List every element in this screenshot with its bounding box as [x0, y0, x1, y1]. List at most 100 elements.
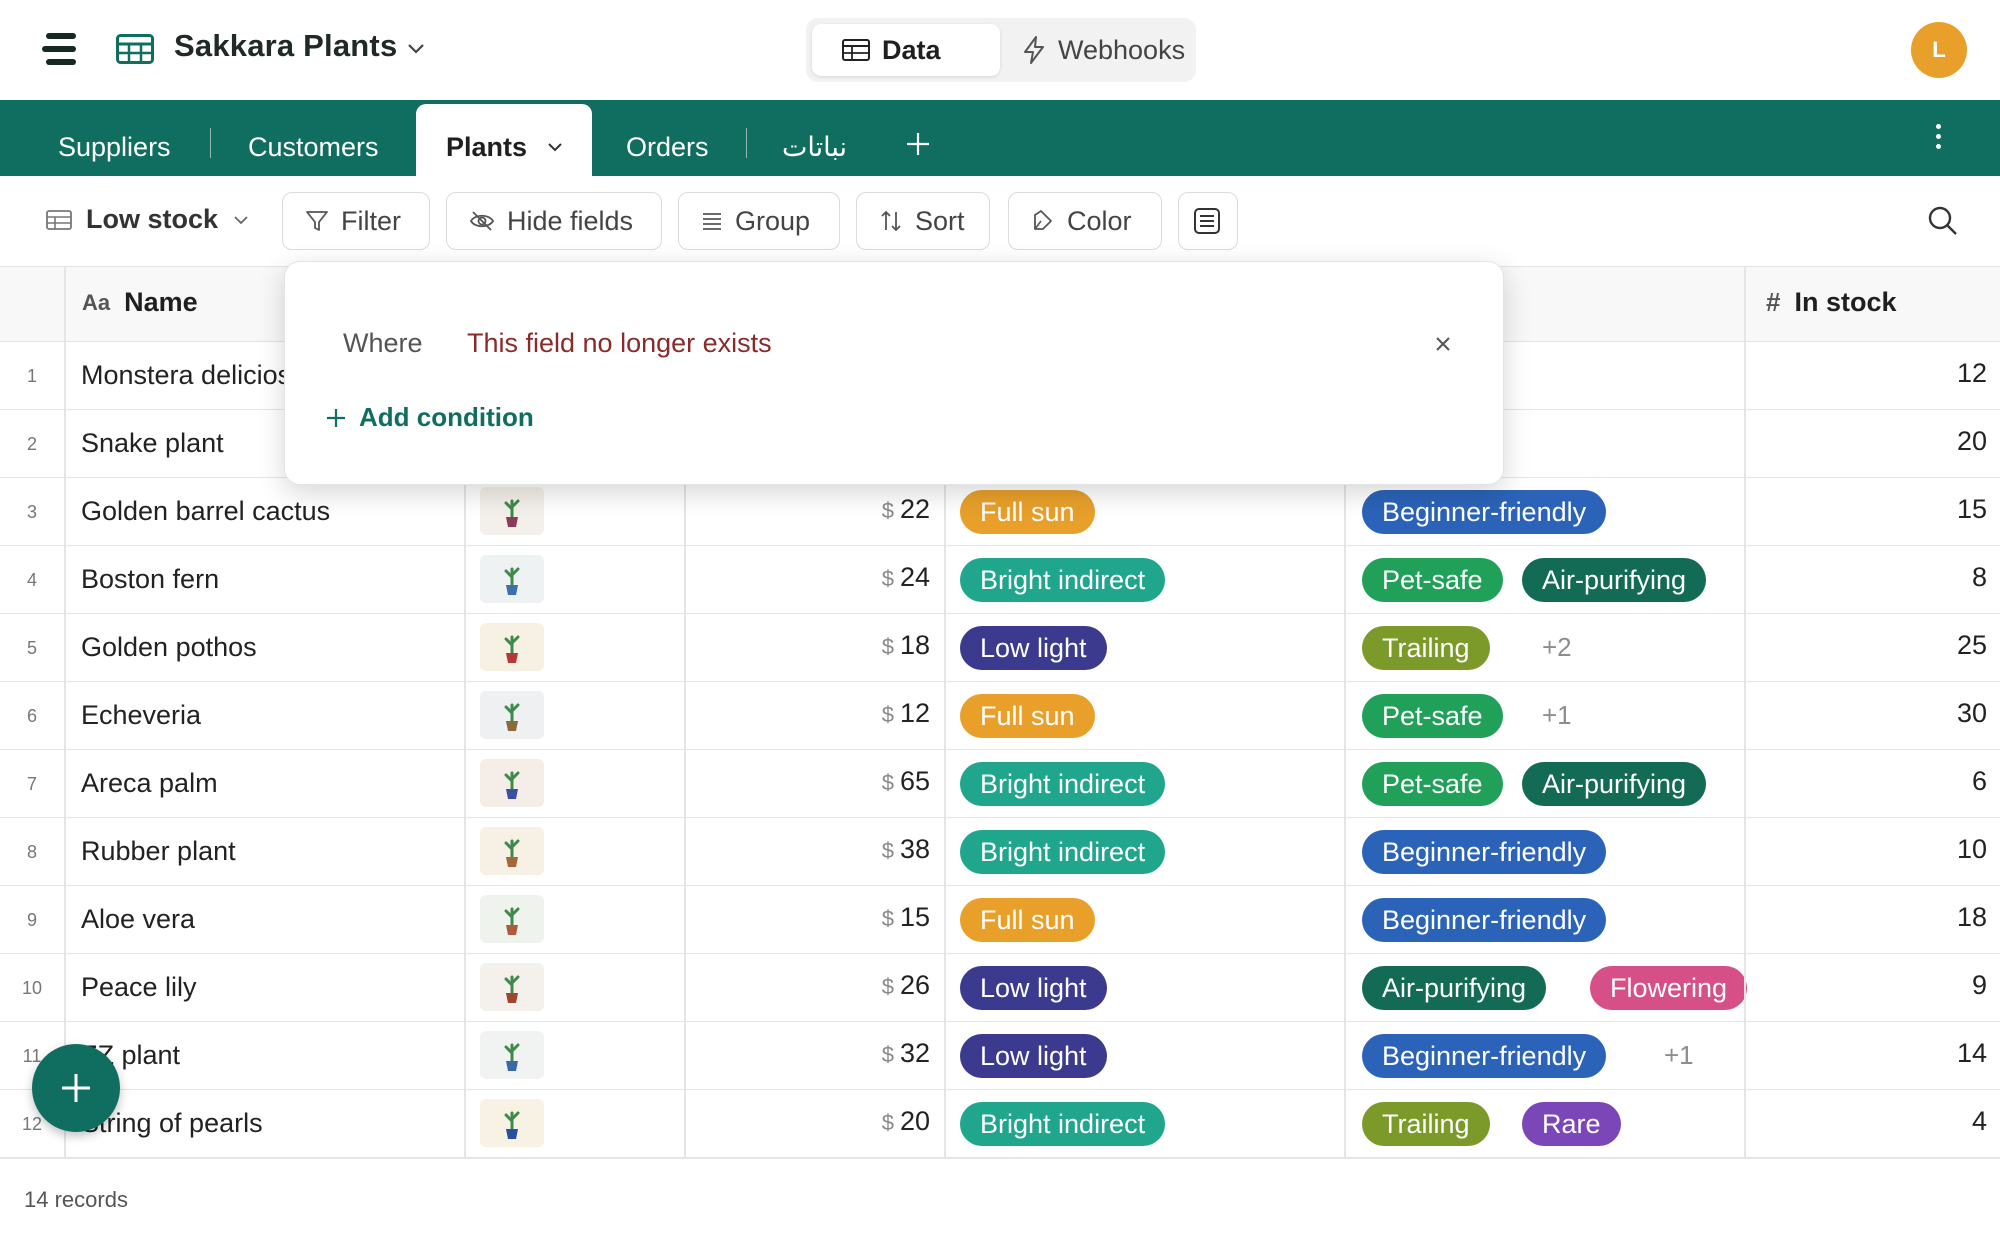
color-button[interactable]: Color — [1008, 192, 1162, 250]
more-options-icon[interactable] — [1932, 124, 1944, 156]
cell-name[interactable]: Monstera deliciosa — [81, 360, 306, 391]
tag-badge[interactable]: Trailing — [1362, 626, 1490, 670]
view-selector[interactable]: Low stock — [46, 204, 264, 235]
cell-price[interactable]: $22 — [690, 494, 930, 525]
cell-price[interactable]: $20 — [690, 1106, 930, 1137]
add-record-button[interactable] — [32, 1044, 120, 1132]
cell-in-stock[interactable]: 20 — [1760, 426, 1987, 457]
cell-in-stock[interactable]: 14 — [1760, 1038, 1987, 1069]
tag-badge[interactable]: Trailing — [1362, 1102, 1490, 1146]
tag-badge[interactable]: Air-purifying — [1522, 762, 1707, 806]
base-title[interactable]: Sakkara Plants — [174, 28, 397, 64]
plant-photo-thumbnail[interactable] — [480, 555, 544, 603]
tag-badge[interactable]: Beginner-friendly — [1362, 830, 1607, 874]
add-condition-button[interactable]: Add condition — [325, 402, 534, 433]
tab-orders[interactable]: Orders — [626, 100, 709, 176]
tag-badge[interactable]: Beginner-friendly — [1362, 1034, 1607, 1078]
cell-price[interactable]: $32 — [690, 1038, 930, 1069]
data-tab-button[interactable]: Data — [812, 24, 1000, 76]
plant-photo-thumbnail[interactable] — [480, 759, 544, 807]
light-requirement-badge[interactable]: Low light — [960, 1034, 1107, 1078]
row-height-button[interactable] — [1178, 192, 1238, 250]
column-header-name[interactable]: Aa Name — [82, 287, 198, 318]
cell-in-stock[interactable]: 18 — [1760, 902, 1987, 933]
tag-badge[interactable]: Flowering — [1590, 966, 1748, 1010]
light-requirement-badge[interactable]: Bright indirect — [960, 762, 1166, 806]
cell-price[interactable]: $24 — [690, 562, 930, 593]
light-requirement-badge[interactable]: Bright indirect — [960, 1102, 1166, 1146]
more-tags-count[interactable]: +1 — [1542, 700, 1572, 731]
light-requirement-badge[interactable]: Bright indirect — [960, 830, 1166, 874]
table-row[interactable]: 10 Peace lily $26 Low light Air-purifying Fl… — [0, 954, 2000, 1022]
cell-name[interactable]: Peace lily — [81, 972, 197, 1003]
tag-badge[interactable]: Beginner-friendly — [1362, 490, 1607, 534]
cell-price[interactable]: $15 — [690, 902, 930, 933]
plant-photo-thumbnail[interactable] — [480, 691, 544, 739]
plant-photo-thumbnail[interactable] — [480, 895, 544, 943]
plant-photo-thumbnail[interactable] — [480, 1099, 544, 1147]
tag-badge[interactable]: Rare — [1522, 1102, 1621, 1146]
cell-name[interactable]: Areca palm — [81, 768, 218, 799]
cell-price[interactable]: $65 — [690, 766, 930, 797]
table-row[interactable]: 7 Areca palm $65 Bright indirect Pet-safe Ai… — [0, 750, 2000, 818]
light-requirement-badge[interactable]: Bright indirect — [960, 558, 1166, 602]
table-row[interactable]: 12 String of pearls $20 Bright indirect Tra… — [0, 1090, 2000, 1158]
tag-badge[interactable]: Pet-safe — [1362, 762, 1503, 806]
cell-price[interactable]: $26 — [690, 970, 930, 1001]
chevron-down-icon[interactable] — [545, 137, 565, 157]
cell-name[interactable]: Echeveria — [81, 700, 201, 731]
cell-in-stock[interactable]: 4 — [1760, 1106, 1987, 1137]
tag-badge[interactable]: Beginner-friendly — [1362, 898, 1607, 942]
light-requirement-badge[interactable]: Full sun — [960, 898, 1095, 942]
cell-price[interactable]: $38 — [690, 834, 930, 865]
cell-in-stock[interactable]: 10 — [1760, 834, 1987, 865]
sort-button[interactable]: Sort — [856, 192, 990, 250]
table-row[interactable]: 3 Golden barrel cactus $22 Full sun Beginne… — [0, 478, 2000, 546]
tab-suppliers[interactable]: Suppliers — [58, 100, 171, 176]
tag-badge[interactable]: Air-purifying — [1522, 558, 1707, 602]
more-tags-count[interactable]: +1 — [1664, 1040, 1694, 1071]
tag-badge[interactable]: Pet-safe — [1362, 694, 1503, 738]
table-row[interactable]: 6 Echeveria $12 Full sun Pet-safe +1 30 — [0, 682, 2000, 750]
light-requirement-badge[interactable]: Low light — [960, 966, 1107, 1010]
add-tab-icon[interactable] — [904, 130, 932, 158]
plant-photo-thumbnail[interactable] — [480, 827, 544, 875]
cell-name[interactable]: Boston fern — [81, 564, 219, 595]
light-requirement-badge[interactable]: Low light — [960, 626, 1107, 670]
cell-in-stock[interactable]: 30 — [1760, 698, 1987, 729]
more-tags-count[interactable]: +2 — [1542, 632, 1572, 663]
cell-price[interactable]: $18 — [690, 630, 930, 661]
cell-name[interactable]: Aloe vera — [81, 904, 195, 935]
hide-fields-button[interactable]: Hide fields — [446, 192, 662, 250]
tab-arabic-plants[interactable]: نباتات — [782, 100, 847, 176]
plant-photo-thumbnail[interactable] — [480, 487, 544, 535]
plant-photo-thumbnail[interactable] — [480, 1031, 544, 1079]
group-button[interactable]: Group — [678, 192, 840, 250]
cell-in-stock[interactable]: 12 — [1760, 358, 1987, 389]
light-requirement-badge[interactable]: Full sun — [960, 490, 1095, 534]
cell-name[interactable]: Rubber plant — [81, 836, 236, 867]
webhooks-tab-button[interactable]: Webhooks — [992, 24, 1192, 76]
tag-badge[interactable]: Pet-safe — [1362, 558, 1503, 602]
table-row[interactable]: 5 Golden pothos $18 Low light Trailing +2 25 — [0, 614, 2000, 682]
cell-in-stock[interactable]: 25 — [1760, 630, 1987, 661]
cell-name[interactable]: Snake plant — [81, 428, 224, 459]
plant-photo-thumbnail[interactable] — [480, 963, 544, 1011]
chevron-down-icon[interactable] — [404, 36, 428, 60]
table-row[interactable]: 8 Rubber plant $38 Bright indirect Beginner… — [0, 818, 2000, 886]
cell-in-stock[interactable]: 15 — [1760, 494, 1987, 525]
table-row[interactable]: 9 Aloe vera $15 Full sun Beginner-friendly 1… — [0, 886, 2000, 954]
tab-customers[interactable]: Customers — [248, 100, 379, 176]
tab-plants[interactable]: Plants — [416, 104, 592, 176]
cell-in-stock[interactable]: 9 — [1760, 970, 1987, 1001]
table-row[interactable]: 4 Boston fern $24 Bright indirect Pet-safe A… — [0, 546, 2000, 614]
cell-in-stock[interactable]: 6 — [1760, 766, 1987, 797]
cell-name[interactable]: Golden pothos — [81, 632, 257, 663]
filter-button[interactable]: Filter — [282, 192, 430, 250]
search-icon[interactable] — [1926, 204, 1960, 238]
column-header-in-stock[interactable]: # In stock — [1766, 287, 1897, 318]
avatar[interactable]: L — [1911, 22, 1967, 78]
menu-icon[interactable] — [42, 33, 76, 65]
cell-price[interactable]: $12 — [690, 698, 930, 729]
light-requirement-badge[interactable]: Full sun — [960, 694, 1095, 738]
